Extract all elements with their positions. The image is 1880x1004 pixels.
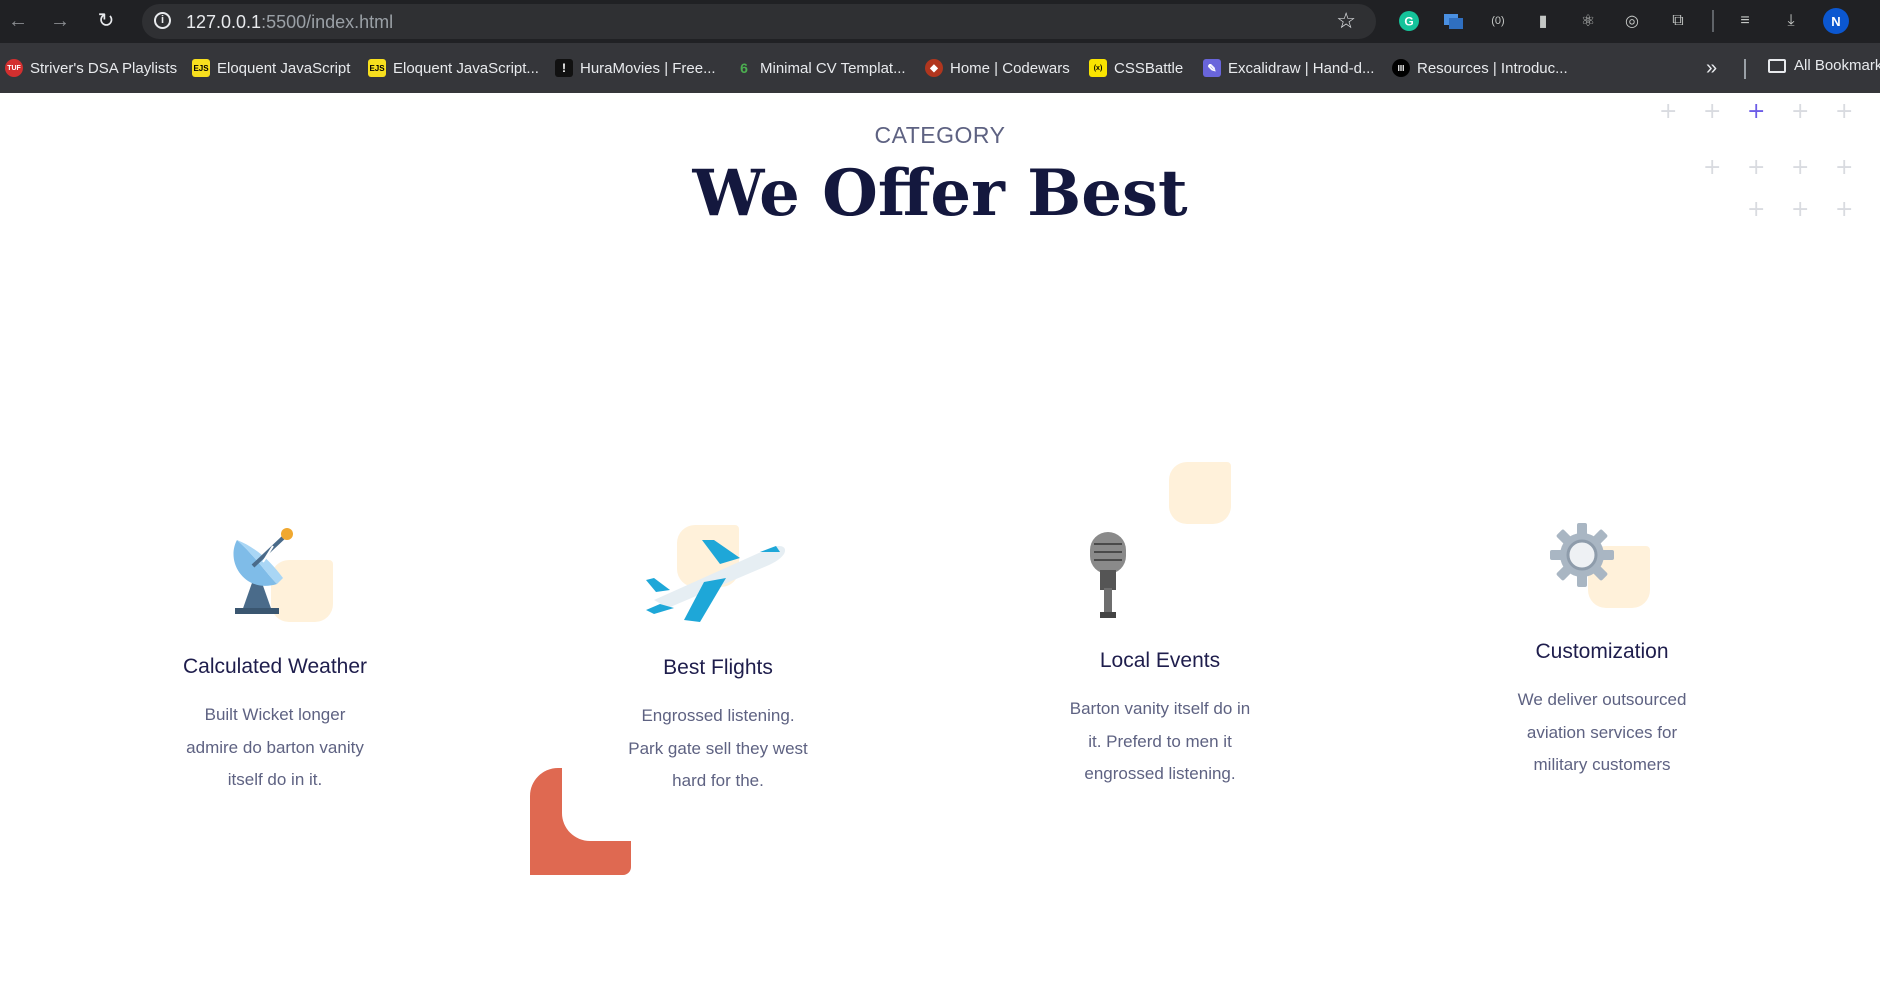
grammarly-extension-icon[interactable]: G [1398, 10, 1420, 32]
bookmark-label: Excalidraw | Hand-d... [1228, 59, 1375, 77]
card-description: Engrossed listening. Park gate sell they… [628, 706, 808, 790]
site-info-icon[interactable]: i [154, 12, 171, 29]
satellite-dish-icon [215, 522, 305, 619]
address-bar[interactable]: i 127.0.0.1:5500/index.html ☆ [142, 4, 1376, 39]
target-extension-icon[interactable]: ◎ [1621, 10, 1643, 32]
plus-icon: + [1703, 99, 1722, 124]
bookmark-star-icon[interactable]: ☆ [1336, 8, 1356, 34]
plus-icon: + [1835, 99, 1854, 124]
striver-bookmark-icon: TUF [5, 59, 23, 77]
huramovies-bookmark-icon: ! [555, 59, 573, 77]
forward-icon[interactable]: → [48, 9, 72, 33]
bookmark-item[interactable]: ! HuraMovies | Free... [555, 57, 716, 79]
excalidraw-bookmark-icon: ✎ [1203, 59, 1221, 77]
card-title: Local Events [1099, 649, 1221, 672]
plus-icon: + [1747, 99, 1766, 124]
card-title: Customization [1535, 640, 1669, 663]
eloquent-js-bookmark-icon: EJS [368, 59, 386, 77]
more-bookmarks-chevron-icon[interactable]: » [1706, 57, 1717, 80]
section-title: We Offer Best [692, 156, 1188, 231]
dropper-extension-icon[interactable]: ▮ [1532, 10, 1554, 32]
toolbar-divider [1712, 10, 1714, 32]
code-extension-icon[interactable]: (0) [1487, 10, 1509, 32]
airplane-icon [644, 530, 790, 631]
bookmarks-divider [1744, 59, 1746, 79]
browser-toolbar: ← → ↻ i 127.0.0.1:5500/index.html ☆ G (0… [0, 0, 1880, 43]
download-icon[interactable]: ⤓ [1780, 10, 1802, 32]
bookmark-item[interactable]: III Resources | Introduc... [1392, 57, 1568, 79]
card-description: Built Wicket longer admire do barton van… [186, 705, 364, 789]
resources-bookmark-icon: III [1392, 59, 1410, 77]
bookmark-item[interactable]: TUF Striver's DSA Playlists [5, 57, 177, 79]
section-eyebrow: CATEGORY [874, 122, 1006, 148]
all-bookmarks-label: All Bookmarks [1794, 57, 1880, 74]
window-extension-icon[interactable] [1443, 10, 1465, 32]
folder-icon [1768, 58, 1786, 73]
gear-icon [1550, 523, 1614, 592]
card-description: We deliver outsourced aviation services … [1517, 690, 1687, 774]
media-queue-icon[interactable]: ≡ [1734, 10, 1756, 32]
card-title: Calculated Weather [182, 655, 368, 678]
bookmark-item[interactable]: ◆ Home | Codewars [925, 57, 1070, 79]
url-text[interactable]: 127.0.0.1:5500/index.html [186, 12, 393, 33]
react-devtools-icon[interactable]: ⚛ [1577, 10, 1599, 32]
plus-icon: + [1659, 99, 1678, 124]
svg-text:G: G [1404, 15, 1413, 29]
service-card: Local Events Barton vanity itself do in … [1010, 649, 1310, 791]
bookmark-label: CSSBattle [1114, 59, 1184, 77]
extensions-puzzle-icon[interactable]: ⧉ [1667, 10, 1689, 32]
bookmark-item[interactable]: EJS Eloquent JavaScript... [368, 57, 539, 79]
codewars-bookmark-icon: ◆ [925, 59, 943, 77]
service-card: Calculated Weather Built Wicket longer a… [125, 655, 425, 797]
bookmark-label: Eloquent JavaScript [217, 59, 351, 77]
card-description: Barton vanity itself do in it. Preferd t… [1069, 699, 1251, 783]
all-bookmarks-button[interactable]: All Bookmarks [1768, 57, 1880, 74]
back-icon[interactable]: ← [6, 9, 30, 33]
url-host: 127.0.0.1 [186, 12, 262, 32]
bookmark-label: Home | Codewars [950, 59, 1070, 77]
bookmark-item[interactable]: ✎ Excalidraw | Hand-d... [1203, 57, 1374, 79]
bookmark-item[interactable]: EJS Eloquent JavaScript [192, 57, 350, 79]
url-path: :5500/index.html [261, 12, 394, 32]
bookmarks-bar: TUF Striver's DSA Playlists EJS Eloquent… [0, 43, 1880, 93]
card-title: Best Flights [663, 656, 773, 679]
cssbattle-bookmark-icon: (x) [1089, 59, 1107, 77]
bookmark-label: Eloquent JavaScript... [393, 59, 539, 77]
bookmark-label: Striver's DSA Playlists [30, 59, 178, 77]
profile-avatar[interactable]: N [1823, 8, 1849, 34]
card-blob [1169, 462, 1231, 524]
service-card: Best Flights Engrossed listening. Park g… [568, 656, 868, 798]
bookmark-label: Minimal CV Templat... [760, 59, 906, 77]
service-card: Customization We deliver outsourced avia… [1452, 640, 1752, 782]
reload-icon[interactable]: ↻ [94, 9, 118, 33]
bookmark-label: Resources | Introduc... [1417, 59, 1568, 77]
microphone-icon [1084, 530, 1134, 625]
eloquent-js-bookmark-icon: EJS [192, 59, 210, 77]
bookmark-item[interactable]: 6 Minimal CV Templat... [735, 57, 906, 79]
plus-icon: + [1791, 99, 1810, 124]
bookmark-item[interactable]: (x) CSSBattle [1089, 57, 1183, 79]
bookmark-label: HuraMovies | Free... [580, 59, 716, 77]
minimal-cv-bookmark-icon: 6 [740, 60, 748, 76]
